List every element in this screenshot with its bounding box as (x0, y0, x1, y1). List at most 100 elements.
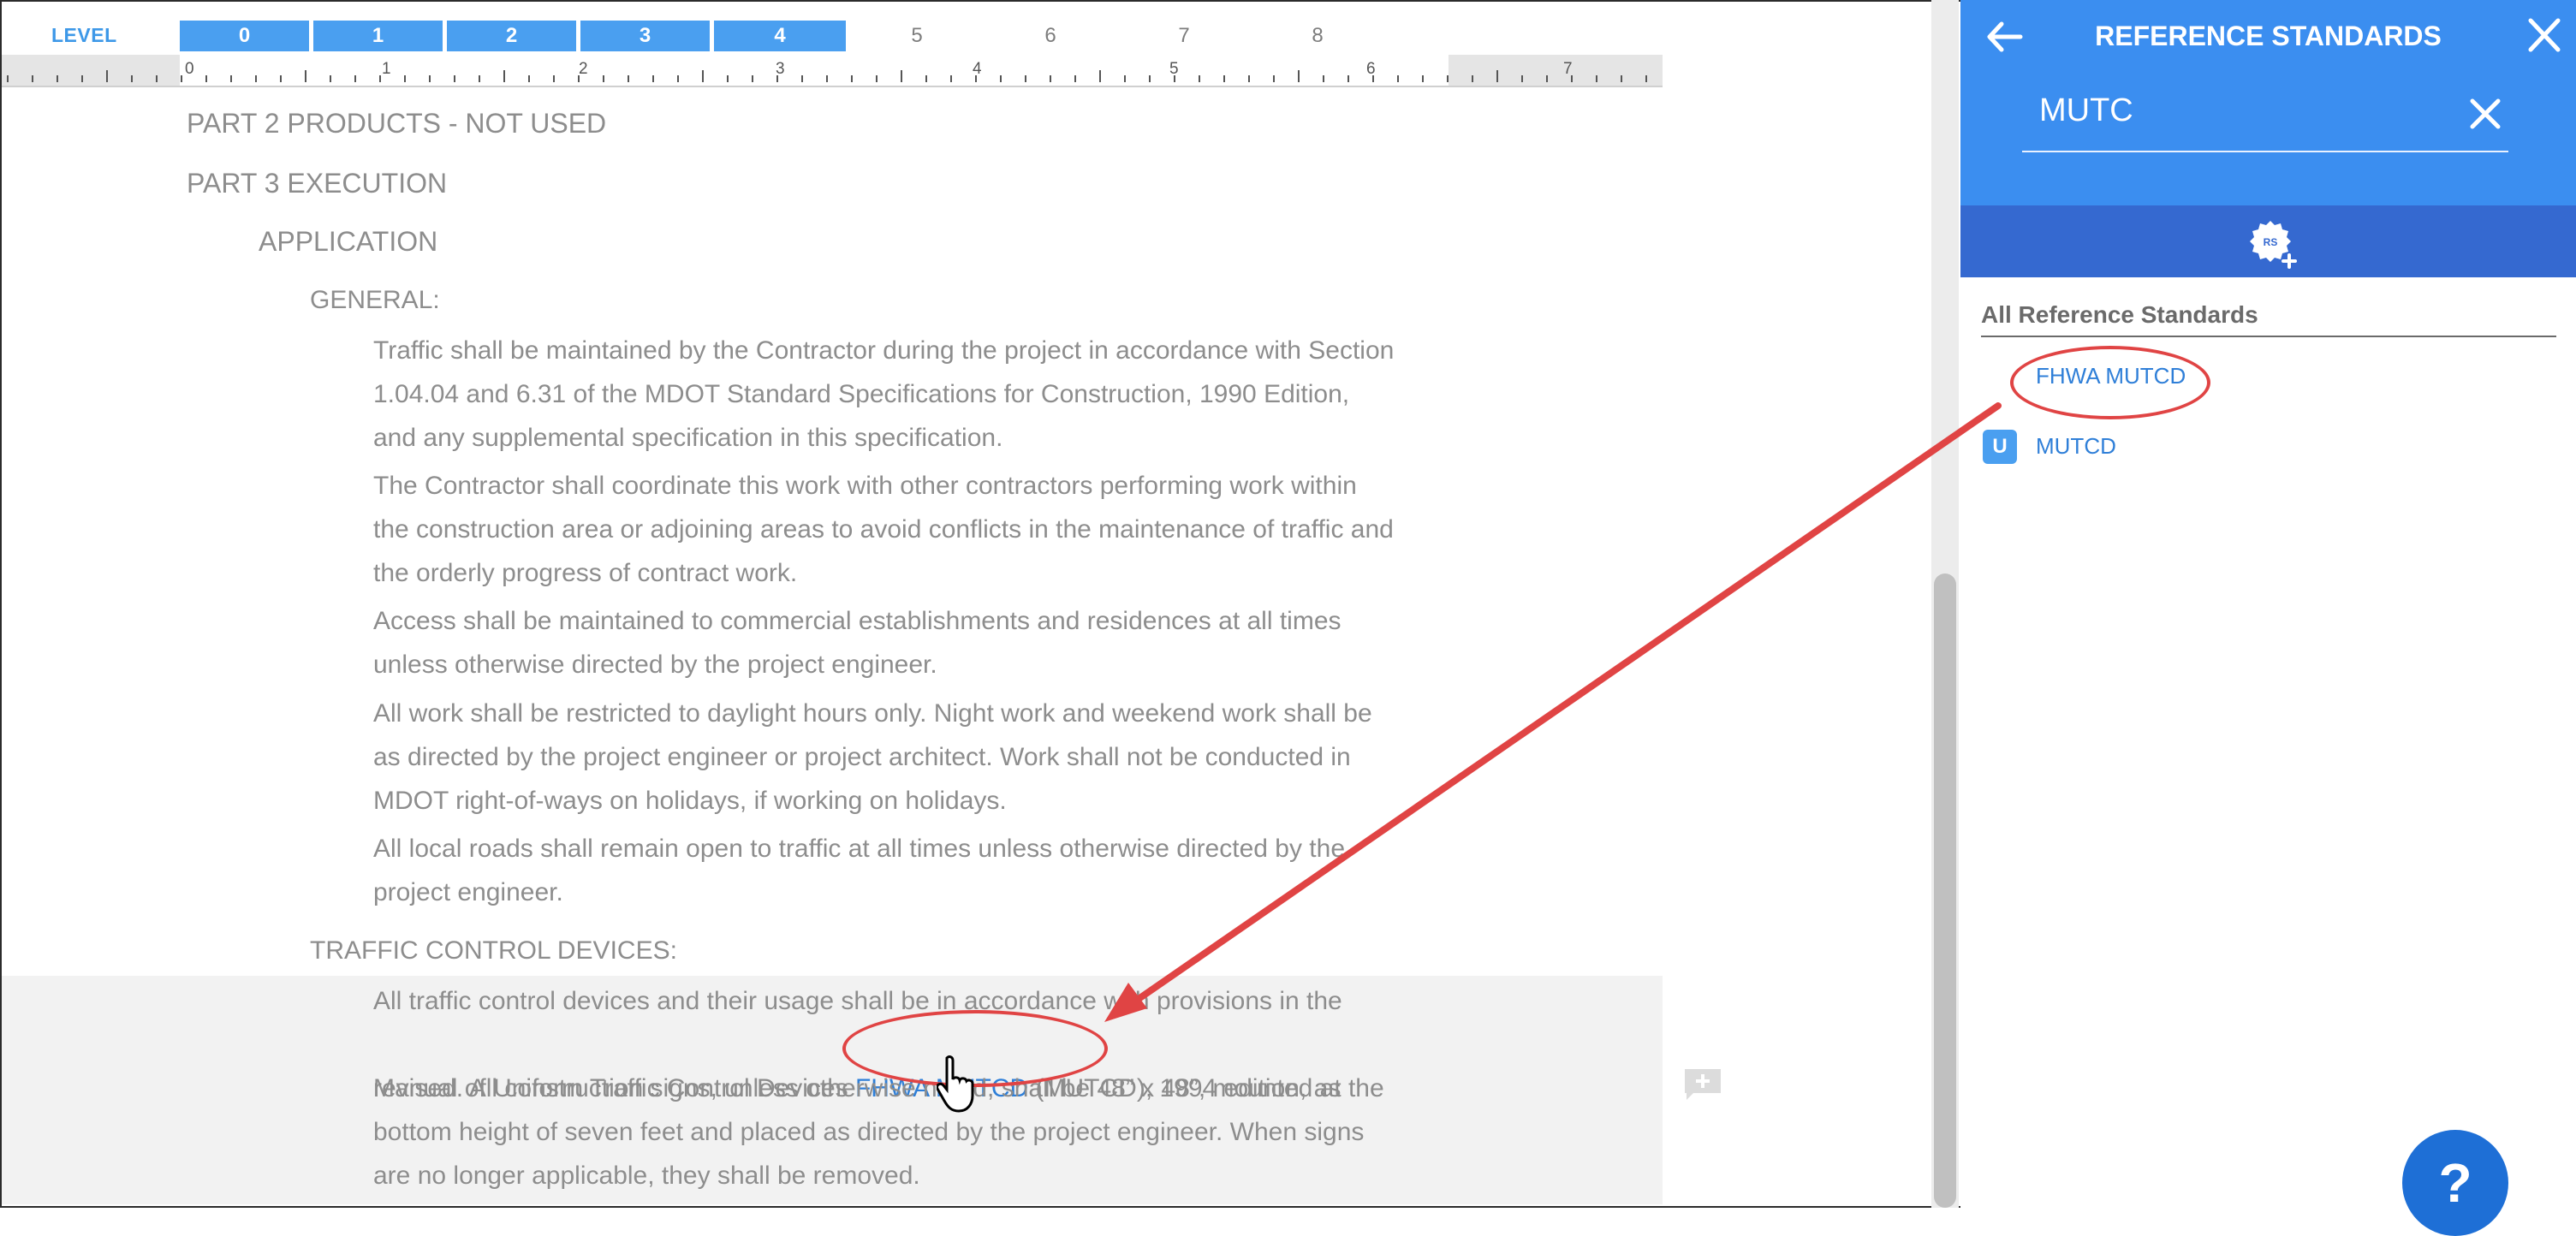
ruler-tick (205, 75, 207, 82)
ruler-number: 2 (579, 60, 588, 78)
tcd-remaining-lines: revised. All construction signs, unless … (373, 1074, 1384, 1190)
ruler-tick (354, 75, 356, 82)
level-3-button[interactable]: 3 (580, 21, 712, 51)
paragraph-2: The Contractor shall coordinate this wor… (373, 472, 1394, 587)
close-panel-icon[interactable] (2522, 12, 2567, 58)
ruler-tick (553, 75, 555, 82)
search-field[interactable]: MUTC (2022, 80, 2508, 152)
ruler-tick (1521, 75, 1523, 82)
ruler-tick (1124, 75, 1126, 82)
ruler-tick (1472, 75, 1473, 82)
ruler-tick (1025, 75, 1026, 82)
ruler-tick (925, 75, 927, 82)
ruler-tick (677, 75, 679, 82)
ruler-tick (628, 75, 629, 82)
ruler-tick (901, 70, 902, 82)
ruler-tick (429, 75, 431, 82)
ruler-tick (752, 75, 753, 82)
paragraph-5: All local roads shall remain open to tra… (373, 835, 1346, 906)
ruler-tick (1621, 75, 1622, 82)
add-comment-icon[interactable] (1681, 1066, 1724, 1103)
search-input-value[interactable]: MUTC (2039, 92, 2133, 129)
svg-text:RS: RS (2264, 236, 2278, 248)
hand-cursor-icon (937, 1055, 974, 1113)
ruler[interactable]: 0 1 2 3 4 5 6 7 (2, 55, 1663, 87)
document-body[interactable]: PART 2 PRODUCTS - NOT USED PART 3 EXECUT… (2, 89, 1663, 1204)
ruler-tick (1199, 75, 1200, 82)
ruler-tick (876, 75, 878, 82)
ruler-tick (404, 75, 406, 82)
ruler-tick (1496, 70, 1498, 82)
level-0-button[interactable]: 0 (180, 21, 312, 51)
ruler-tick (1596, 75, 1597, 82)
ruler-tick (1571, 75, 1573, 82)
ruler-tick (280, 75, 282, 82)
paragraph-1: Traffic shall be maintained by the Contr… (373, 336, 1395, 452)
ruler-baseline (2, 86, 1663, 87)
ruler-tick (801, 75, 803, 82)
ruler-number: 0 (185, 60, 194, 78)
ruler-tick (479, 75, 480, 82)
ruler-tick (1546, 75, 1548, 82)
panel-header: REFERENCE STANDARDS MUTC (1960, 0, 2576, 205)
ruler-tick (1298, 70, 1300, 82)
level-6-button[interactable]: 6 (985, 21, 1116, 51)
tcd-line-1: All traffic control devices and their us… (373, 987, 1342, 1015)
ruler-tick (1323, 75, 1324, 82)
paragraph-3: Access shall be maintained to commercial… (373, 607, 1342, 679)
ruler-tick (181, 75, 182, 82)
traffic-control-heading: TRAFFIC CONTROL DEVICES: (310, 936, 677, 965)
ruler-tick (1422, 75, 1424, 82)
ruler-tick (776, 75, 778, 82)
ruler-tick (305, 70, 306, 82)
ruler-tick (1347, 75, 1349, 82)
ruler-tick (1645, 75, 1647, 82)
ruler-tick (230, 75, 232, 82)
level-4-button[interactable]: 4 (714, 21, 846, 51)
ruler-tick (1273, 75, 1275, 82)
part3-heading: PART 3 EXECUTION (187, 168, 448, 199)
ruler-tick (826, 75, 828, 82)
ruler-number: 1 (382, 60, 391, 78)
reference-standards-panel: REFERENCE STANDARDS MUTC RS All Referenc… (1960, 0, 2576, 1208)
ruler-tick (975, 75, 977, 82)
ruler-tick (1397, 75, 1399, 82)
ruler-tick (1099, 70, 1101, 82)
level-8-button[interactable]: 8 (1252, 21, 1383, 51)
annotation-circle-inline (842, 1010, 1108, 1087)
clear-search-icon[interactable] (2467, 96, 2503, 132)
ruler-tick (702, 70, 704, 82)
scrollbar-thumb[interactable] (1934, 573, 1956, 1208)
ruler-tick (1050, 75, 1051, 82)
ruler-tick (1223, 75, 1225, 82)
section-divider (1981, 336, 2556, 337)
help-button[interactable]: ? (2402, 1130, 2508, 1236)
level-2-button[interactable]: 2 (447, 21, 579, 51)
reference-item-mutcd[interactable]: MUTCD (2036, 433, 2116, 460)
ruler-tick (156, 75, 158, 82)
level-bar: LEVEL 0 1 2 3 4 5 6 7 8 (2, 19, 1663, 51)
ruler-tick (1074, 75, 1076, 82)
ruler-tick (503, 70, 505, 82)
ruler-tick (1372, 75, 1374, 82)
ruler-tick (652, 75, 654, 82)
ruler-tick (454, 75, 455, 82)
ruler-tick (330, 75, 331, 82)
panel-toolbar: RS (1960, 205, 2576, 277)
ruler-tick (603, 75, 604, 82)
ruler-tick (255, 75, 257, 82)
ruler-tick (57, 75, 58, 82)
ruler-tick (1000, 75, 1002, 82)
part2-heading: PART 2 PRODUCTS - NOT USED (187, 108, 607, 139)
general-heading: GENERAL: (310, 286, 440, 314)
section-title: All Reference Standards (1981, 301, 2258, 328)
level-label: LEVEL (51, 24, 117, 46)
level-1-button[interactable]: 1 (313, 21, 445, 51)
panel-title: REFERENCE STANDARDS (2095, 21, 2442, 51)
ruler-tick (1149, 75, 1151, 82)
user-standard-badge: U (1983, 430, 2017, 464)
level-5-button[interactable]: 5 (851, 21, 983, 51)
rs-add-icon[interactable]: RS (2246, 217, 2298, 269)
annotation-circle-panel (2010, 346, 2210, 419)
level-7-button[interactable]: 7 (1118, 21, 1250, 51)
